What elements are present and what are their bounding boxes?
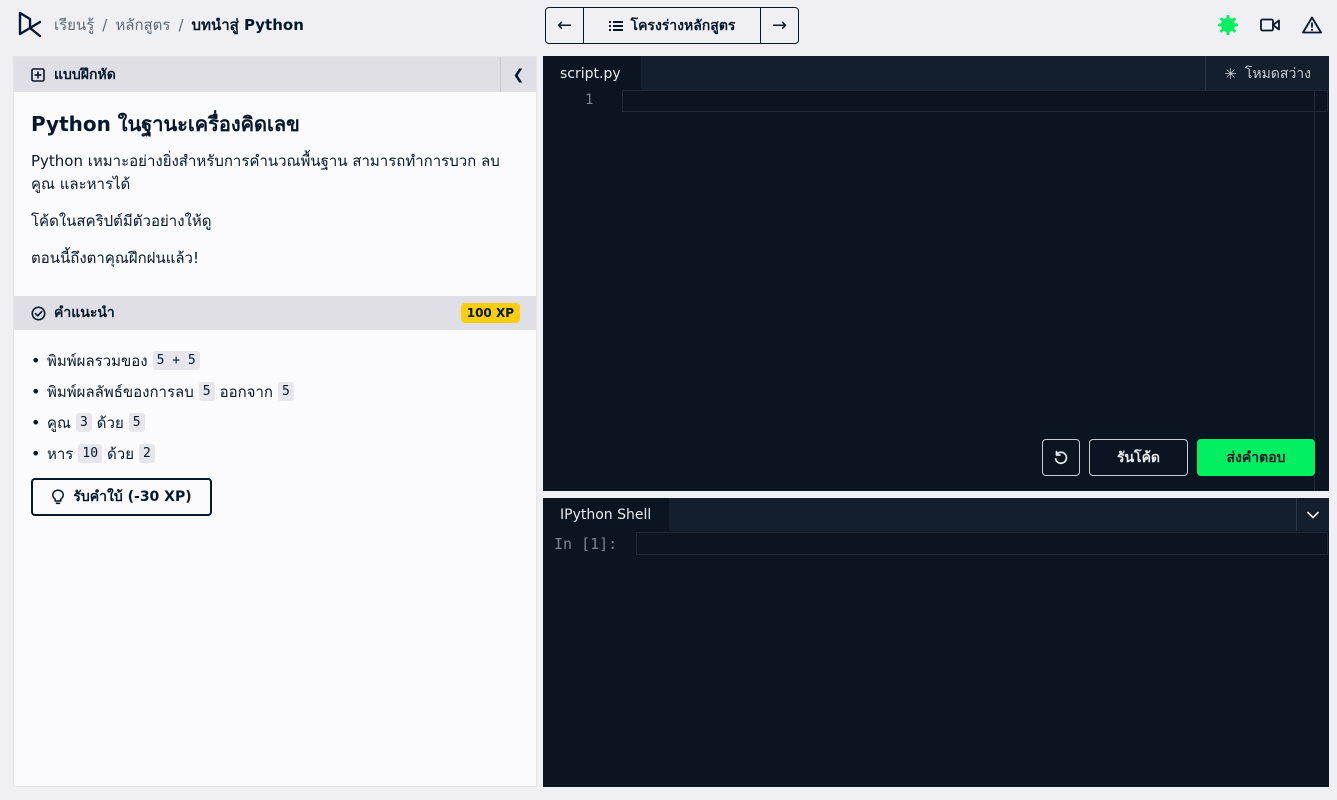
run-code-button[interactable]: รันโค้ด [1089, 439, 1188, 476]
exercise-tab-label: แบบฝึกหัด [54, 66, 116, 83]
plus-square-icon [31, 67, 45, 82]
exercise-paragraph: Python เหมาะอย่างยิ่งสำหรับการคำนวณพื้นฐ… [31, 152, 500, 193]
console-prompt: In [1]: [554, 535, 618, 553]
console-input[interactable] [636, 532, 1328, 555]
lightbulb-icon [52, 489, 65, 505]
xp-badge: 100 XP [460, 303, 520, 323]
code-snippet: 5 [277, 382, 294, 401]
line-number: 1 [585, 92, 594, 108]
editor-scrollbar[interactable] [1314, 91, 1315, 491]
instructions-header: คำแนะนำ 100 XP [14, 296, 536, 330]
datacamp-logo[interactable] [16, 10, 44, 40]
top-bar: เรียนรู้ / หลักสูตร / บทนำสู่ Python ← โ… [0, 0, 1337, 50]
top-right-icons [1217, 14, 1323, 36]
instructions-label: คำแนะนำ [54, 305, 115, 321]
check-circle-icon [31, 306, 46, 320]
code-snippet: 5 + 5 [152, 351, 200, 370]
list-icon [608, 20, 623, 31]
course-outline-label: โครงร่างหลักสูตร [630, 17, 736, 34]
course-outline-button[interactable]: โครงร่างหลักสูตร [584, 8, 760, 43]
script-file-tab[interactable]: script.py [543, 56, 641, 91]
bullet: • [31, 413, 41, 432]
previous-exercise-button[interactable]: ← [546, 8, 584, 43]
code-snippet: 3 [75, 413, 92, 432]
breadcrumb-courses[interactable]: หลักสูตร [115, 13, 170, 37]
code-snippet: 2 [138, 444, 155, 463]
arrow-right-icon: → [771, 15, 788, 36]
submit-answer-button[interactable]: ส่งคำตอบ [1197, 439, 1315, 476]
light-mode-label: โหมดสว่าง [1244, 65, 1311, 82]
reset-icon [1054, 450, 1068, 464]
console-collapse-button[interactable] [1296, 498, 1329, 531]
exercise-panel-header: แบบฝึกหัด ❮ [14, 57, 536, 92]
instruction-text: คูณ [47, 413, 71, 432]
code-editor: script.py ✳ โหมดสว่าง 1 รันโค้ด ส่งคำตอบ [543, 56, 1329, 491]
collapse-panel-button[interactable]: ❮ [500, 57, 536, 92]
code-input-area[interactable] [622, 90, 1328, 112]
instruction-text: พิมพ์ผลลัพธ์ของการลบ [47, 382, 194, 401]
breadcrumb: เรียนรู้ / หลักสูตร / บทนำสู่ Python [54, 0, 304, 50]
sun-icon: ✳ [1224, 64, 1237, 83]
course-navigation: ← โครงร่างหลักสูตร → [545, 7, 799, 44]
console-tab-bar: IPython Shell [543, 498, 1329, 531]
instruction-item: • หาร 10 ด้วย 2 [31, 438, 299, 469]
instruction-item: • พิมพ์ผลลัพธ์ของการลบ 5 ออกจาก 5 [31, 376, 299, 407]
code-snippet: 5 [128, 413, 145, 432]
instruction-text: ออกจาก [219, 382, 273, 401]
arrow-left-icon: ← [556, 15, 573, 36]
exercise-paragraph: ตอนนี้ถึงตาคุณฝึกฝนแล้ว! [31, 249, 199, 267]
exercise-paragraph: โค้ดในสคริปต์มีตัวอย่างให้ดู [31, 212, 212, 230]
exercise-title: Python ในฐานะเครื่องคิดเลข [31, 112, 300, 136]
exercise-panel: แบบฝึกหัด ❮ Python ในฐานะเครื่องคิดเลข P… [13, 56, 537, 787]
breadcrumb-separator: / [178, 16, 184, 34]
warning-icon[interactable] [1301, 14, 1323, 36]
breadcrumb-current-course[interactable]: บทนำสู่ Python [192, 13, 304, 37]
instruction-text: พิมพ์ผลรวมของ [47, 351, 148, 370]
ipython-shell-tab[interactable]: IPython Shell [543, 498, 669, 531]
light-mode-toggle[interactable]: ✳ โหมดสว่าง [1205, 56, 1329, 91]
breadcrumb-separator: / [102, 16, 108, 34]
code-snippet: 10 [78, 444, 103, 463]
ipython-console: IPython Shell In [1]: [543, 498, 1329, 787]
instruction-item: • คูณ 3 ด้วย 5 [31, 407, 299, 438]
instruction-text: หาร [47, 444, 74, 463]
video-icon[interactable] [1259, 14, 1281, 36]
next-exercise-button[interactable]: → [760, 8, 798, 43]
bullet: • [31, 444, 41, 463]
breadcrumb-learn[interactable]: เรียนรู้ [54, 13, 94, 37]
get-hint-button[interactable]: รับคำใบ้ (-30 XP) [31, 478, 212, 516]
code-snippet: 5 [198, 382, 215, 401]
chevron-down-icon [1307, 511, 1319, 518]
instruction-text: ด้วย [107, 444, 134, 463]
chevron-left-icon: ❮ [512, 66, 525, 83]
instructions-list: • พิมพ์ผลรวมของ 5 + 5 • พิมพ์ผลลัพธ์ของก… [31, 345, 299, 469]
instruction-text: ด้วย [96, 413, 124, 432]
bullet: • [31, 382, 41, 401]
editor-tab-bar: script.py ✳ โหมดสว่าง [543, 56, 1329, 91]
status-gear-icon[interactable] [1217, 14, 1239, 36]
reset-code-button[interactable] [1042, 439, 1080, 476]
get-hint-label: รับคำใบ้ (-30 XP) [73, 489, 192, 505]
bullet: • [31, 351, 41, 370]
instruction-item: • พิมพ์ผลรวมของ 5 + 5 [31, 345, 299, 376]
lesson-content: Python ในฐานะเครื่องคิดเลข Python เหมาะอ… [14, 92, 536, 270]
